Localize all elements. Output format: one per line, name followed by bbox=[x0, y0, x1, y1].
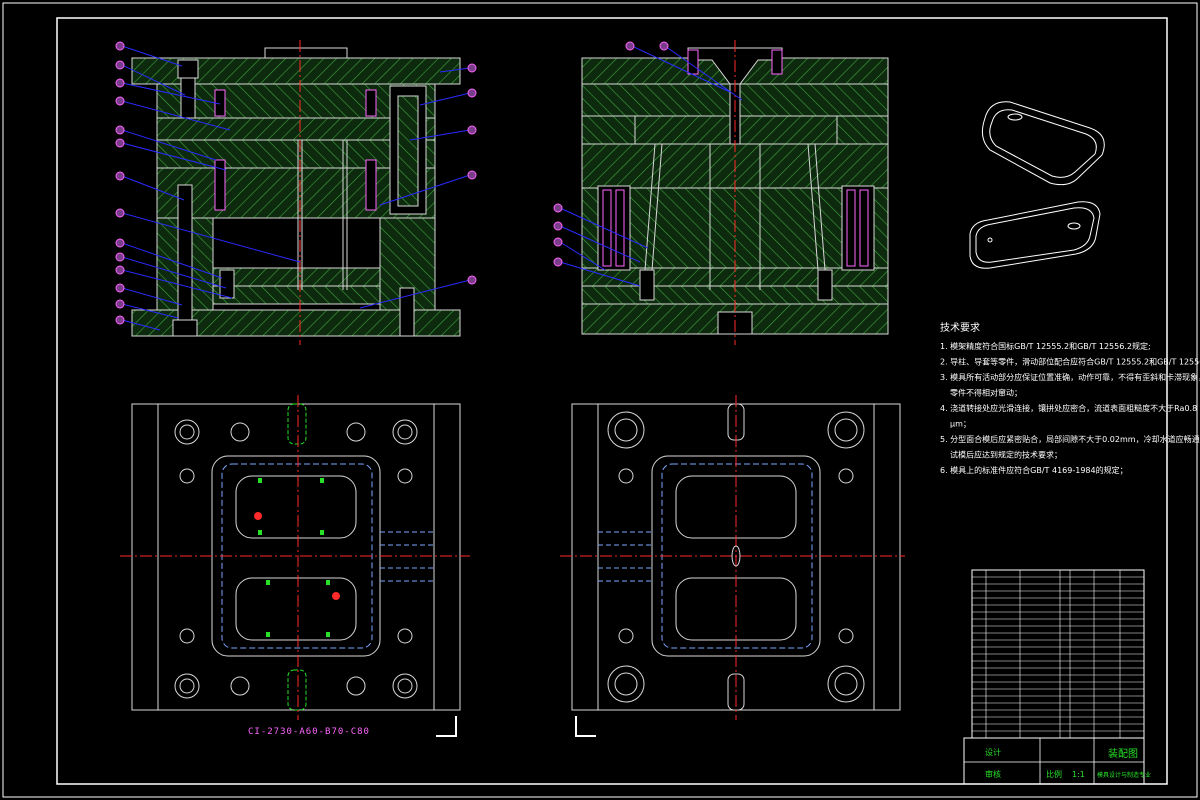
tech-requirements-heading: 技术要求 bbox=[940, 321, 980, 334]
cad-drawing: CI-2730-A60-B70-C80 技术要求 1. 模架精度符合国标GB/T… bbox=[2, 2, 1200, 798]
tech-requirement-line: 1. 模架精度符合国标GB/T 12555.2和GB/T 12556.2规定; bbox=[940, 341, 1151, 351]
fixed-half-plan-view bbox=[560, 395, 905, 720]
section-marker-right bbox=[575, 716, 596, 737]
title-designer: 设计 bbox=[985, 747, 1001, 757]
tech-requirement-line: 5. 分型面合模后应紧密贴合，局部间隙不大于0.02mm，冷却水道应畅通，不得有… bbox=[940, 434, 1200, 444]
title-checker: 审核 bbox=[985, 769, 1001, 779]
title-school: 模具设计与制造专业 bbox=[1097, 771, 1151, 779]
part-isometric-1 bbox=[981, 101, 1105, 186]
side-section-view bbox=[581, 40, 889, 345]
part-isometric-2 bbox=[969, 201, 1101, 269]
model-code: CI-2730-A60-B70-C80 bbox=[248, 727, 370, 737]
title-block: 设计 装配图 审核 比例 1:1 模具设计与制造专业 bbox=[963, 737, 1151, 785]
moving-half-plan-view bbox=[120, 395, 470, 720]
section-marker-left bbox=[436, 716, 457, 737]
tech-requirement-line: 6. 模具上的标准件应符合GB/T 4169-1984的规定； bbox=[940, 465, 1128, 475]
title-drawing-name: 装配图 bbox=[1108, 747, 1138, 760]
tech-requirement-line: 零件不得相对窜动； bbox=[950, 388, 1022, 398]
front-section-view bbox=[131, 40, 461, 345]
tech-requirement-line: 试模后应达到规定的技术要求； bbox=[950, 450, 1062, 460]
tech-requirement-line: μm； bbox=[950, 420, 971, 429]
tech-requirement-line: 3. 模具所有活动部分应保证位置准确，动作可靠，不得有歪斜和卡滞现象，要求固定的 bbox=[940, 372, 1200, 382]
tech-requirement-line: 2. 导柱、导套等零件，滑动部位配合应符合GB/T 12555.2和GB/T 1… bbox=[940, 357, 1200, 367]
title-scale: 1:1 bbox=[1072, 770, 1085, 779]
bill-of-materials bbox=[971, 569, 1145, 739]
title-scale-label: 比例 bbox=[1046, 769, 1062, 779]
tech-requirements: 技术要求 1. 模架精度符合国标GB/T 12555.2和GB/T 12556.… bbox=[940, 321, 1200, 475]
tech-requirement-line: 4. 浇道转接处应光滑连接，镶拼处应密合，流道表面粗糙度不大于Ra0.8 bbox=[940, 403, 1197, 413]
